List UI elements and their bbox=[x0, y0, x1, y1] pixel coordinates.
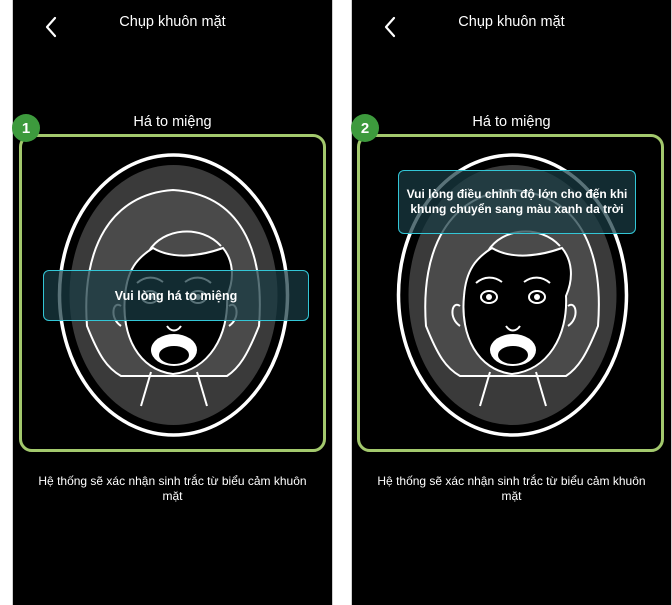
footer-hint: Hệ thống sẽ xác nhận sinh trắc từ biểu c… bbox=[38, 474, 307, 503]
screen-title: Chụp khuôn mặt bbox=[119, 14, 226, 30]
step-badge-2: 2 bbox=[351, 114, 379, 142]
face-detection-frame bbox=[19, 134, 326, 452]
step-badge-1: 1 bbox=[12, 114, 40, 142]
instruction-prompt: Há to miệng bbox=[133, 114, 212, 130]
instruction-prompt: Há to miệng bbox=[472, 114, 551, 130]
screen-title: Chụp khuôn mặt bbox=[458, 14, 565, 30]
footer-hint: Hệ thống sẽ xác nhận sinh trắc từ biểu c… bbox=[377, 474, 646, 503]
face-detection-frame bbox=[357, 134, 664, 452]
